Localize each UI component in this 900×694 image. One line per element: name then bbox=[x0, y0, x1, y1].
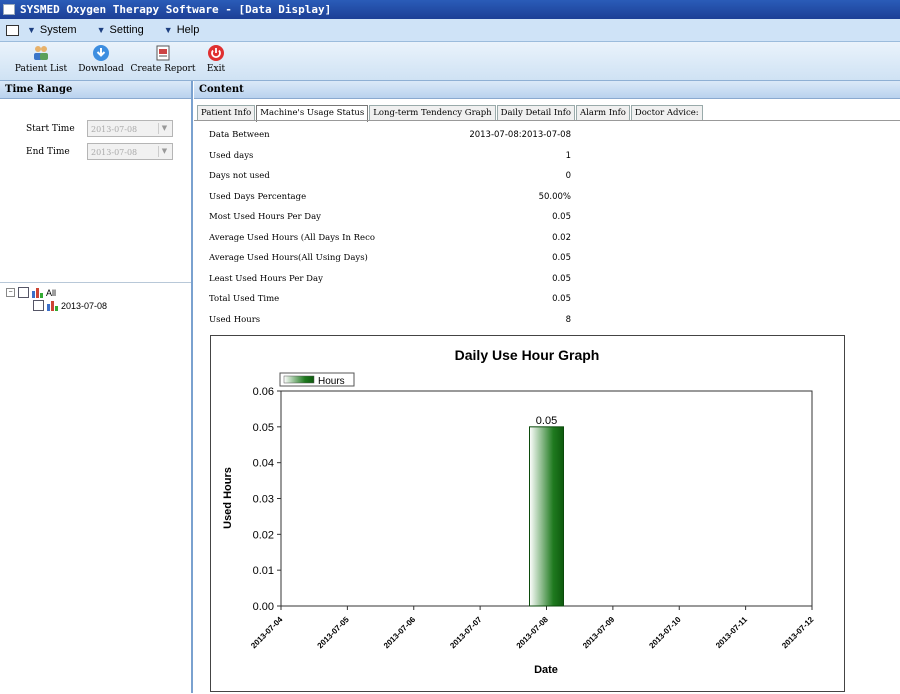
divider bbox=[0, 282, 191, 283]
report-icon bbox=[156, 45, 170, 61]
bar bbox=[529, 426, 564, 607]
download-icon bbox=[93, 45, 109, 61]
stat-row: Average Used Hours (All Days In Reco 0.02 bbox=[209, 232, 571, 243]
x-tick-label: 2013-07-08 bbox=[515, 615, 551, 651]
x-axis: 2013-07-04 2013-07-05 2013-07-06 2013-07-07… bbox=[249, 606, 816, 650]
legend-label: Hours bbox=[318, 376, 345, 387]
x-axis-label: Date bbox=[534, 664, 558, 676]
tab-strip: Patient Info Machine's Usage Status Long… bbox=[197, 105, 704, 122]
menu-help[interactable]: ▼ Help bbox=[164, 24, 200, 36]
y-tick-label: 0.04 bbox=[253, 458, 274, 470]
window-title: SYSMED Oxygen Therapy Software - [Data D… bbox=[20, 3, 332, 16]
checkbox[interactable] bbox=[33, 300, 44, 311]
patient-list-button[interactable]: Patient List bbox=[8, 44, 74, 74]
tab-long-term-tendency-graph[interactable]: Long-term Tendency Graph bbox=[369, 105, 496, 120]
start-time-label: Start Time bbox=[26, 124, 75, 134]
x-tick-label: 2013-07-12 bbox=[780, 615, 816, 651]
menu-bar: ▼ System ▼ Setting ▼ Help bbox=[0, 19, 900, 42]
bar-chart-icon bbox=[32, 288, 43, 298]
chart-title: Daily Use Hour Graph bbox=[455, 347, 600, 363]
x-tick-label: 2013-07-09 bbox=[581, 615, 617, 651]
menu-setting[interactable]: ▼ Setting bbox=[97, 24, 144, 36]
time-range-header: Time Range bbox=[0, 81, 191, 99]
chart-legend: Hours bbox=[279, 372, 355, 387]
bar-chart-icon bbox=[47, 301, 58, 311]
stat-row: Total Used Time 0.05 bbox=[209, 294, 571, 304]
y-axis-label: Used Hours bbox=[222, 467, 234, 529]
chart-canvas: Daily Use Hour Graph Hours 0.000.010.020… bbox=[222, 347, 816, 676]
y-tick-label: 0.03 bbox=[253, 494, 274, 506]
x-tick-label: 2013-07-05 bbox=[315, 615, 351, 651]
title-bar: SYSMED Oxygen Therapy Software - [Data D… bbox=[0, 0, 900, 19]
collapse-icon[interactable]: − bbox=[6, 288, 15, 297]
stat-row: Used days 1 bbox=[209, 150, 571, 161]
y-tick-label: 0.01 bbox=[253, 565, 274, 577]
create-report-button[interactable]: Create Report bbox=[127, 44, 199, 74]
x-tick-label: 2013-07-06 bbox=[382, 615, 418, 651]
tab-doctor-advice[interactable]: Doctor Advice: bbox=[630, 105, 703, 120]
window-menu-icon[interactable] bbox=[6, 24, 19, 36]
bar-series: 0.05 bbox=[529, 415, 564, 607]
content-pane: Content Patient Info Machine's Usage Sta… bbox=[194, 81, 900, 693]
end-time-label: End Time bbox=[26, 147, 70, 157]
start-time-picker[interactable]: 2013-07-08 ▼ bbox=[87, 120, 173, 137]
y-axis: 0.00 0.01 0.02 0.03 0.04 0.05 0.06 bbox=[253, 386, 281, 613]
stat-row: Days not used 0 bbox=[209, 171, 571, 181]
patient-list-icon bbox=[34, 46, 48, 60]
date-tree: − All 2013-07-08 bbox=[6, 286, 107, 312]
y-tick-label: 0.02 bbox=[253, 529, 274, 541]
stat-row: Least Used Hours Per Day 0.05 bbox=[209, 273, 571, 284]
toolbar: Patient List Download Create Report Exit bbox=[0, 42, 900, 81]
stat-row: Data Between 2013-07-08:2013-07-08 bbox=[209, 130, 571, 140]
chevron-down-icon[interactable]: ▼ bbox=[158, 146, 170, 157]
legend-swatch bbox=[283, 375, 315, 384]
dropdown-triangle-icon: ▼ bbox=[27, 25, 36, 35]
menu-system[interactable]: ▼ System bbox=[27, 24, 77, 36]
download-button[interactable]: Download bbox=[78, 44, 124, 74]
dropdown-triangle-icon: ▼ bbox=[96, 25, 106, 35]
app-icon bbox=[3, 4, 15, 15]
stat-row: Used Hours 8 bbox=[209, 314, 571, 325]
end-time-picker[interactable]: 2013-07-08 ▼ bbox=[87, 143, 173, 160]
y-tick-label: 0.00 bbox=[253, 601, 274, 613]
x-tick-label: 2013-07-04 bbox=[249, 615, 285, 651]
daily-use-hour-chart: Daily Use Hour Graph Hours 0.00 0.01 0.02 0… bbox=[210, 335, 845, 692]
chevron-down-icon[interactable]: ▼ bbox=[158, 123, 170, 134]
dropdown-triangle-icon: ▼ bbox=[163, 25, 173, 35]
tree-node-date[interactable]: 2013-07-08 bbox=[6, 299, 107, 312]
checkbox[interactable] bbox=[18, 287, 29, 298]
content-header: Content bbox=[194, 81, 900, 99]
power-icon bbox=[208, 45, 224, 61]
usage-stats: Data Between 2013-07-08:2013-07-08 Used d… bbox=[209, 126, 571, 331]
tree-node-all[interactable]: − All bbox=[6, 286, 107, 299]
tab-alarm-info[interactable]: Alarm Info bbox=[576, 105, 630, 120]
x-tick-label: 2013-07-07 bbox=[448, 615, 484, 651]
bar-data-label: 0.05 bbox=[536, 415, 557, 427]
tab-patient-info[interactable]: Patient Info bbox=[197, 105, 256, 120]
tab-daily-detail-info[interactable]: Daily Detail Info bbox=[496, 105, 576, 120]
stat-row: Used Days Percentage 50.00% bbox=[209, 191, 571, 202]
y-tick-label: 0.05 bbox=[253, 422, 274, 434]
y-tick-label: 0.06 bbox=[253, 386, 274, 398]
x-tick-label: 2013-07-10 bbox=[647, 615, 683, 651]
time-range-pane: Time Range Start Time 2013-07-08 ▼ End T… bbox=[0, 81, 193, 693]
divider bbox=[194, 120, 900, 121]
x-tick-label: 2013-07-11 bbox=[714, 615, 749, 650]
stat-row: Average Used Hours(All Using Days) 0.05 bbox=[209, 253, 571, 263]
stat-row: Most Used Hours Per Day 0.05 bbox=[209, 212, 571, 222]
exit-button[interactable]: Exit bbox=[202, 44, 230, 74]
